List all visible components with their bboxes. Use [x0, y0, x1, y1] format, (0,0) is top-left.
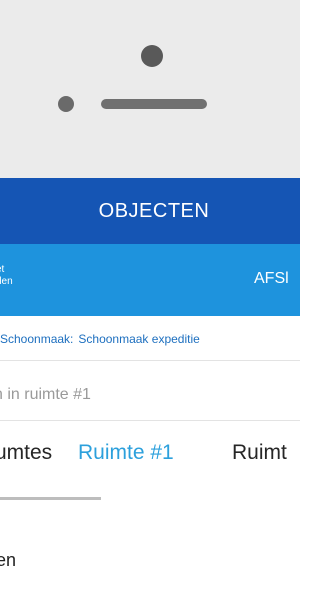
- page-title: OBJECTEN: [98, 199, 210, 222]
- divider: [0, 420, 300, 421]
- tab-bar: umtes Ruimte #1 Ruimt: [0, 441, 300, 481]
- proximity-sensor: [58, 96, 74, 112]
- tab-ruimte-2[interactable]: Ruimt: [232, 441, 287, 465]
- search-input[interactable]: n in ruimte #1: [0, 386, 91, 404]
- sub-toolbar: et den AFSl: [0, 244, 300, 316]
- breadcrumb-item-2[interactable]: Schoonmaak expeditie: [78, 332, 199, 346]
- earpiece-speaker: [101, 99, 207, 109]
- phone-screen: OBJECTEN et den AFSl Schoonmaak:Schoonma…: [0, 0, 300, 600]
- toolbar-left-line1: et: [0, 264, 5, 275]
- tab-ruimte-1[interactable]: Ruimte #1: [78, 441, 174, 465]
- tab-indicator: [0, 497, 101, 500]
- afsluiten-button[interactable]: AFSl: [254, 270, 289, 288]
- app-title-bar: OBJECTEN: [0, 178, 300, 244]
- front-camera: [141, 45, 163, 67]
- list-item[interactable]: en: [0, 550, 16, 571]
- breadcrumb: Schoonmaak: Schoonmaak expeditie: [0, 332, 300, 346]
- tab-ruimtes[interactable]: umtes: [0, 441, 52, 465]
- toolbar-left-line2: den: [0, 276, 13, 287]
- toolbar-left-action[interactable]: et den: [0, 264, 13, 288]
- divider: [0, 360, 300, 361]
- breadcrumb-item-1[interactable]: Schoonmaak:: [0, 332, 73, 346]
- phone-bezel: [0, 0, 300, 178]
